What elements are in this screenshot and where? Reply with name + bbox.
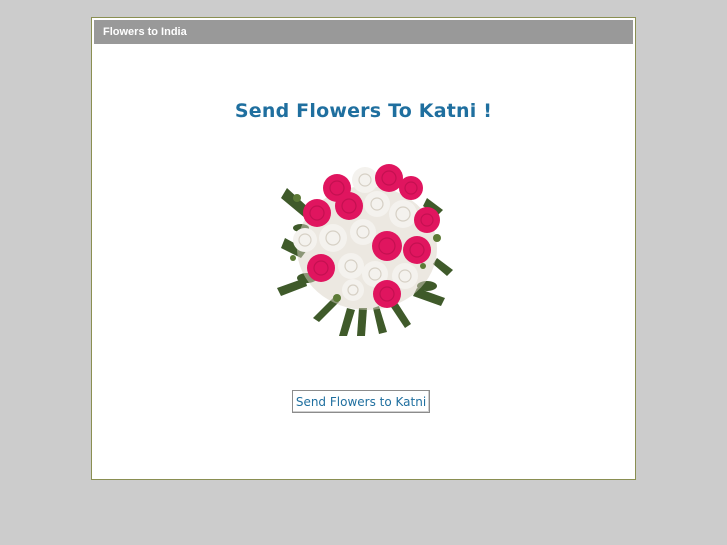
flower-bouquet-image — [277, 164, 453, 336]
send-flowers-button[interactable]: Send Flowers to Katni — [292, 390, 430, 413]
panel-title-bar: Flowers to India — [94, 20, 633, 44]
content-panel: Flowers to India Send Flowers To Katni ! — [91, 17, 636, 480]
page-headline: Send Flowers To Katni ! — [234, 100, 493, 122]
